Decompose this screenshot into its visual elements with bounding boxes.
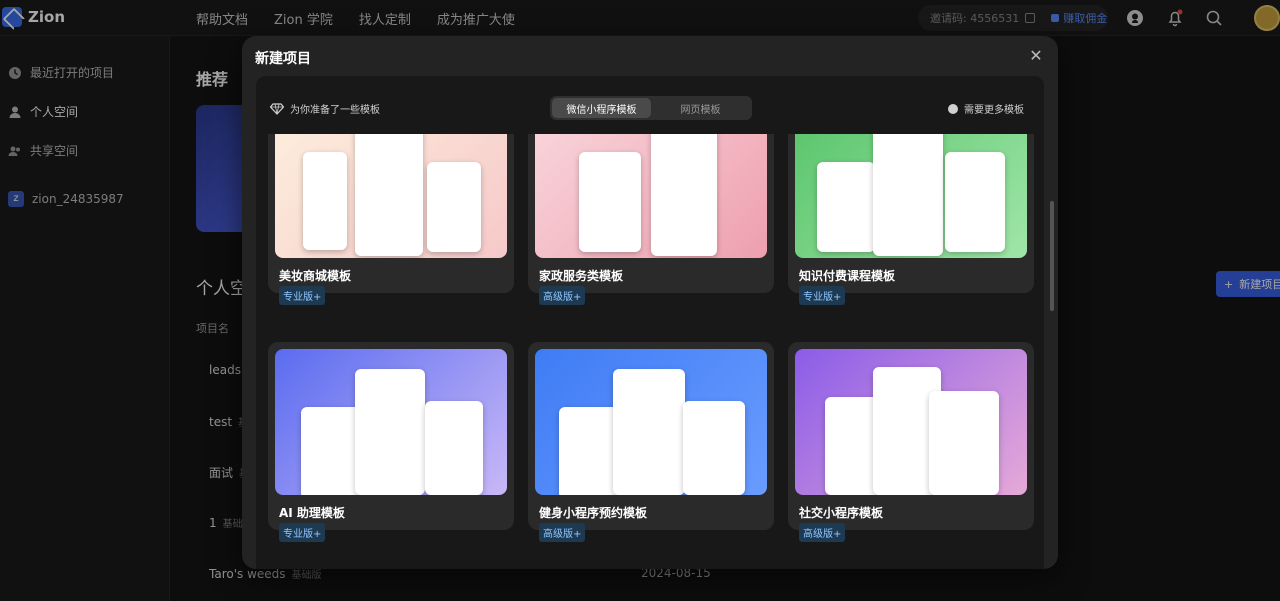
template-hint-text: 为你准备了一些模板	[290, 105, 380, 116]
phone-mockup	[651, 134, 717, 256]
more-templates-link[interactable]: 需要更多模板	[948, 101, 1024, 116]
template-preview	[795, 134, 1027, 258]
modal-body: 为你准备了一些模板 微信小程序模板 网页模板 需要更多模板 美妆商城模板 专业版…	[256, 76, 1044, 569]
phone-mockup	[817, 162, 875, 252]
new-project-modal: 新建项目 ✕ 为你准备了一些模板 微信小程序模板 网页模板 需要更多模板 美妆商…	[242, 36, 1058, 569]
tab-wechat-miniprogram[interactable]: 微信小程序模板	[552, 98, 651, 118]
diamond-icon	[270, 102, 284, 115]
template-grid: 美妆商城模板 专业版+ 家政服务类模板 高级版+ 知识付费课程模板 专业版+ A…	[268, 134, 1036, 569]
template-name: 知识付费课程模板	[799, 269, 896, 283]
template-name: AI 助理模板	[279, 506, 345, 520]
template-card[interactable]: 知识付费课程模板 专业版+	[788, 134, 1034, 305]
close-icon[interactable]: ✕	[1028, 48, 1044, 64]
plan-badge: 高级版+	[799, 523, 846, 542]
template-name: 家政服务类模板	[539, 269, 624, 283]
plan-badge: 高级版+	[539, 523, 586, 542]
phone-mockup	[355, 134, 423, 256]
plan-badge: 高级版+	[539, 286, 586, 305]
template-preview	[275, 349, 507, 495]
modal-scrollbar[interactable]	[1050, 201, 1054, 311]
phone-mockup	[427, 162, 481, 252]
phone-mockup	[355, 369, 425, 495]
chat-icon	[948, 103, 958, 114]
template-preview	[275, 134, 507, 258]
phone-mockup	[425, 401, 483, 495]
template-preview	[535, 349, 767, 495]
template-name: 社交小程序模板	[799, 506, 884, 520]
template-hint: 为你准备了一些模板	[270, 101, 380, 116]
template-card[interactable]: 家政服务类模板 高级版+	[528, 134, 774, 305]
template-name: 健身小程序预约模板	[539, 506, 648, 520]
phone-mockup	[613, 369, 685, 495]
phone-mockup	[873, 134, 943, 256]
plan-badge: 专业版+	[279, 523, 326, 542]
template-card[interactable]: AI 助理模板 专业版+	[268, 342, 514, 542]
more-templates-label: 需要更多模板	[964, 105, 1024, 116]
phone-mockup	[683, 401, 745, 495]
phone-mockup	[945, 152, 1005, 252]
template-type-switch: 微信小程序模板 网页模板	[550, 96, 752, 120]
template-preview	[535, 134, 767, 258]
phone-mockup	[579, 152, 641, 252]
plan-badge: 专业版+	[799, 286, 846, 305]
template-card[interactable]: 美妆商城模板 专业版+	[268, 134, 514, 305]
phone-mockup	[929, 391, 999, 495]
template-preview	[795, 349, 1027, 495]
template-card[interactable]: 社交小程序模板 高级版+	[788, 342, 1034, 542]
modal-title: 新建项目	[255, 51, 311, 67]
plan-badge: 专业版+	[279, 286, 326, 305]
template-name: 美妆商城模板	[279, 269, 352, 283]
tab-web[interactable]: 网页模板	[651, 98, 750, 118]
phone-mockup	[303, 152, 347, 250]
template-card[interactable]: 健身小程序预约模板 高级版+	[528, 342, 774, 542]
